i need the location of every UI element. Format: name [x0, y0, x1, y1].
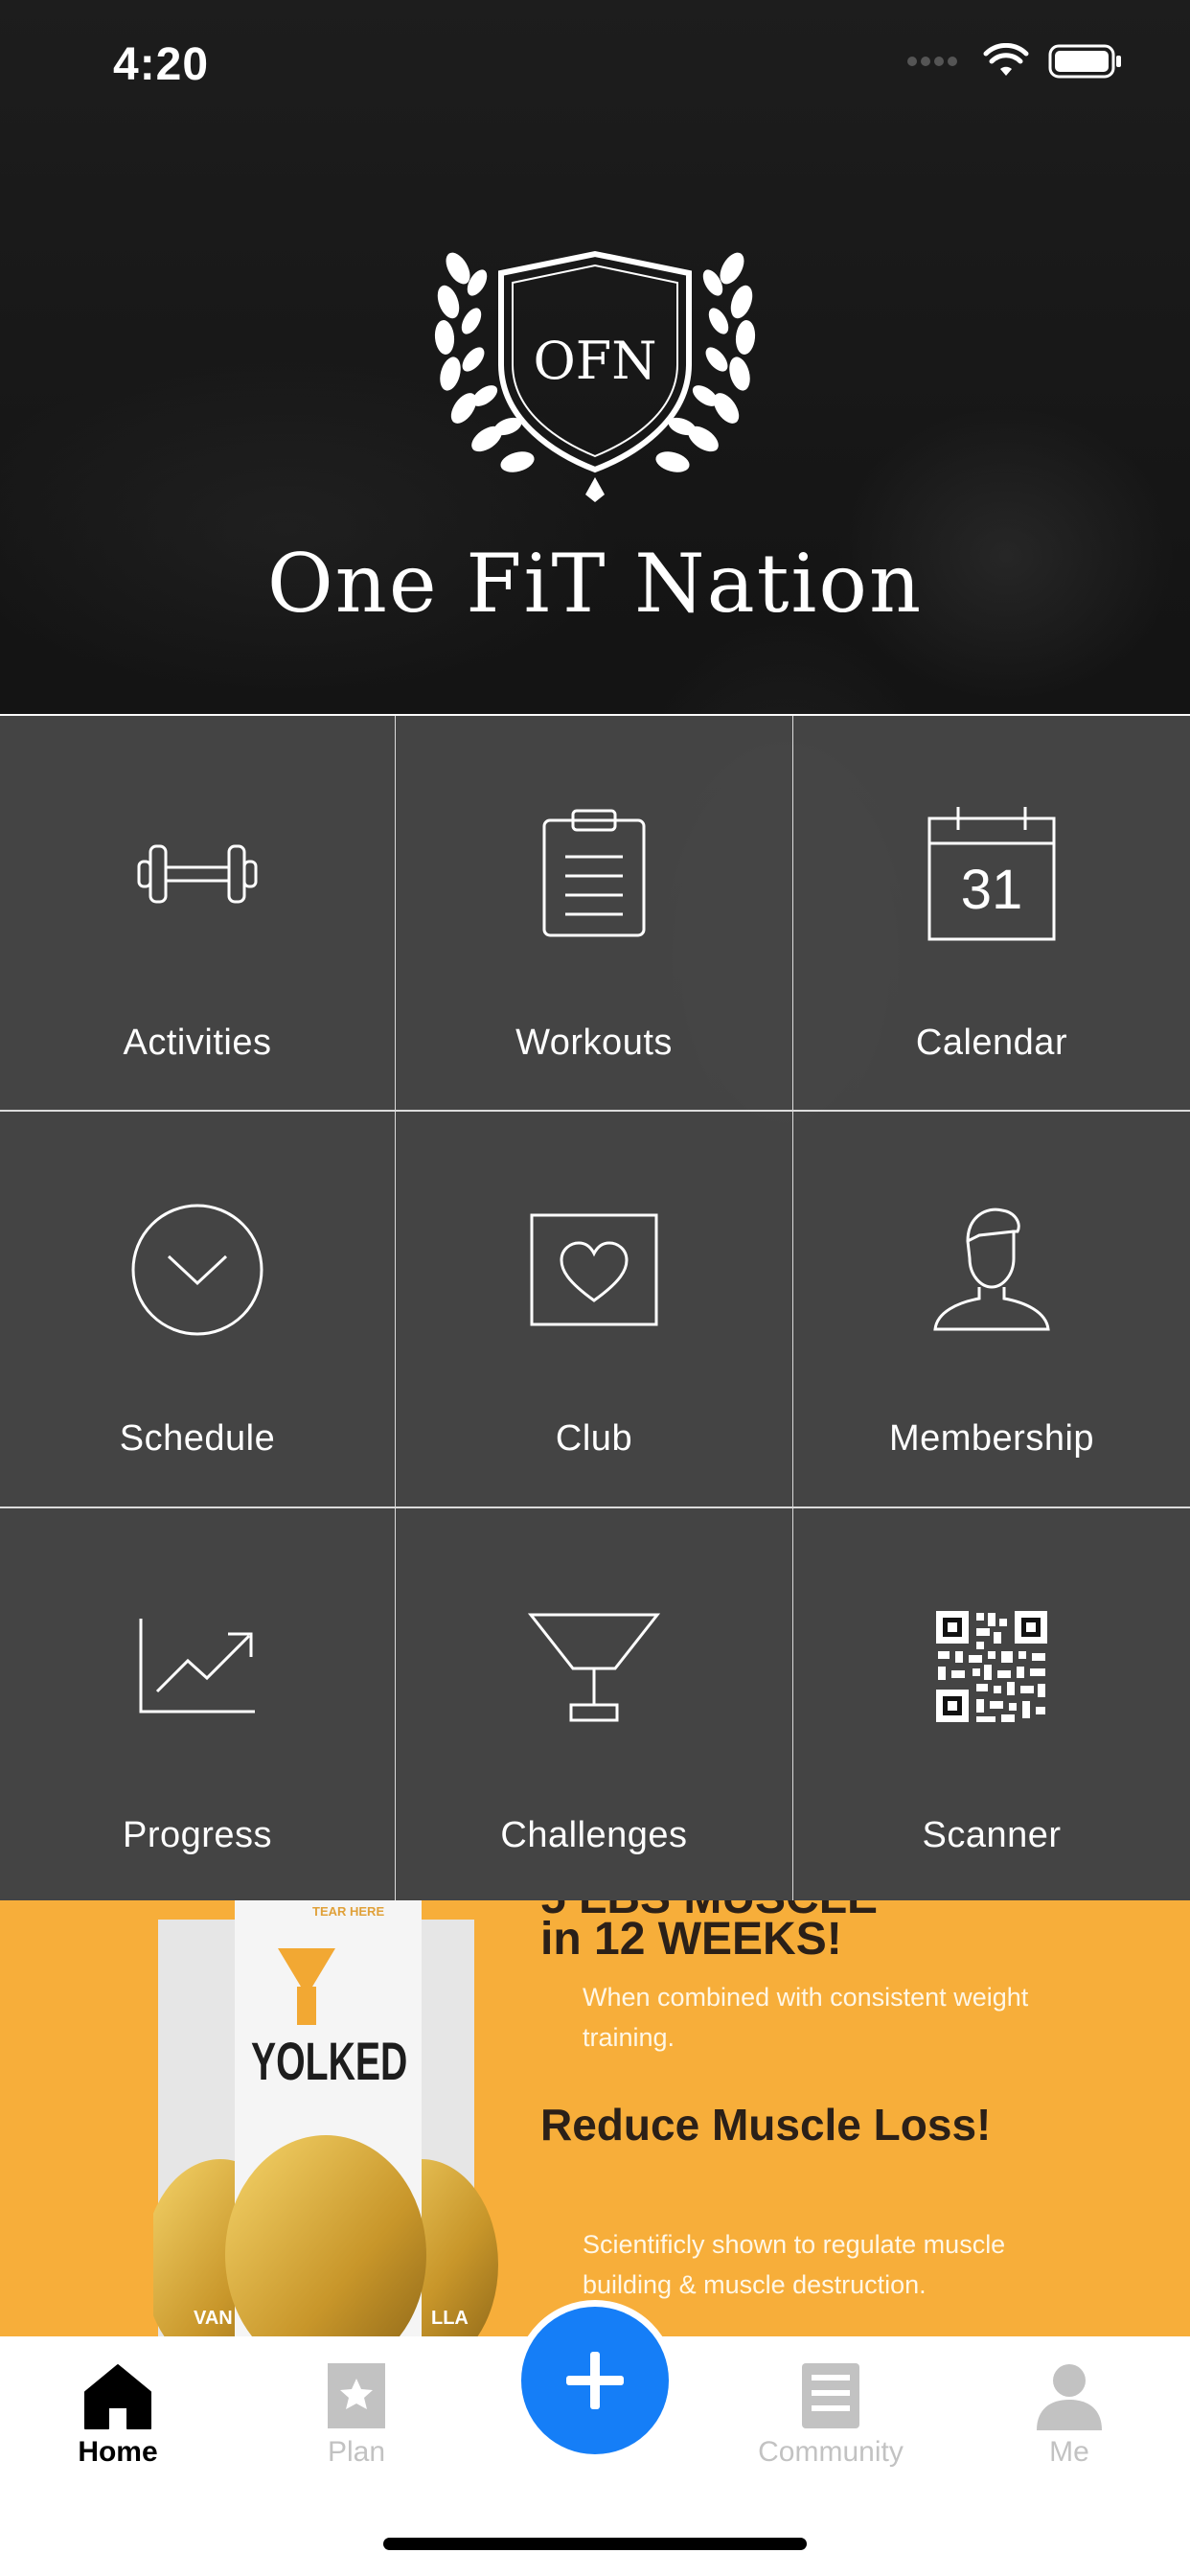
document-icon	[802, 2363, 859, 2428]
heart-frame-icon	[530, 1213, 658, 1326]
pack-flavor-right: LLA	[431, 2308, 469, 2329]
dumbbell-icon	[137, 844, 258, 904]
menu-tile-scanner[interactable]: Scanner	[793, 1508, 1190, 1903]
star-badge-icon	[328, 2363, 385, 2428]
home-icon	[84, 2364, 151, 2429]
signal-dots-icon	[907, 57, 957, 66]
status-icons	[906, 42, 1123, 80]
menu-label: Progress	[122, 1815, 273, 1855]
trend-chart-icon	[139, 1619, 255, 1714]
plus-icon	[566, 2352, 624, 2409]
tab-me[interactable]: Me	[973, 2336, 1165, 2480]
tab-label: Me	[1049, 2436, 1089, 2468]
menu-label: Activities	[123, 1023, 272, 1063]
tab-label: Community	[758, 2436, 904, 2468]
status-bar: 4:20	[0, 0, 1190, 125]
menu-label: Scanner	[922, 1815, 1062, 1855]
battery-icon	[1048, 44, 1121, 79]
menu-label: Club	[555, 1418, 633, 1459]
promo-banner[interactable]: TEAR HERE YOLKED VAN LLA 5 LBS MUSCLE in…	[0, 1900, 1190, 2336]
ad-subtext-1: When combined with consistent weight tra…	[583, 1983, 1029, 2052]
qr-code-icon	[936, 1611, 1047, 1722]
home-indicator	[383, 2538, 807, 2550]
menu-tile-workouts[interactable]: Workouts	[396, 716, 792, 1110]
tab-label: Plan	[327, 2436, 386, 2468]
tab-community[interactable]: Community	[735, 2336, 927, 2480]
trophy-icon	[527, 1613, 661, 1722]
menu-tile-club[interactable]: Club	[396, 1112, 792, 1506]
menu-tile-challenges[interactable]: Challenges	[396, 1508, 792, 1903]
chevron-circle-icon	[131, 1204, 263, 1336]
menu-grid: Activities Workouts 31 Calendar Schedule…	[0, 714, 1190, 1903]
menu-tile-activities[interactable]: Activities	[0, 716, 395, 1110]
pack-brand: YOLKED	[251, 2031, 408, 2091]
person-icon	[1037, 2364, 1102, 2430]
pack-top-text: TEAR HERE	[312, 1904, 385, 1919]
menu-label: Calendar	[915, 1023, 1068, 1063]
wifi-icon	[983, 43, 1029, 76]
home-screen: 4:20 OFN One FiT Nation Activities Worko…	[0, 0, 1190, 2576]
emblem-text: OFN	[533, 331, 657, 391]
clipboard-icon	[542, 809, 646, 937]
menu-tile-membership[interactable]: Membership	[793, 1112, 1190, 1506]
menu-label: Challenges	[500, 1815, 688, 1855]
menu-tile-calendar[interactable]: 31 Calendar	[793, 716, 1190, 1110]
ad-headline-2: Reduce Muscle Loss!	[540, 2100, 992, 2150]
calendar-day: 31	[960, 859, 1023, 921]
tab-label: Home	[78, 2436, 158, 2468]
brand-name: One FiT Nation	[266, 537, 924, 631]
menu-label: Schedule	[119, 1418, 276, 1459]
pack-flavor-left: VAN	[194, 2308, 233, 2329]
status-time: 4:20	[113, 39, 210, 90]
menu-label: Workouts	[515, 1023, 673, 1063]
add-button[interactable]	[515, 2300, 675, 2461]
person-icon	[933, 1208, 1050, 1331]
menu-label: Membership	[888, 1418, 1095, 1459]
ad-subtext-2: Scientificly shown to regulate muscle bu…	[583, 2230, 1006, 2299]
product-packs-image	[153, 1900, 498, 2336]
tab-home[interactable]: Home	[22, 2336, 214, 2480]
tab-plan[interactable]: Plan	[261, 2336, 452, 2480]
menu-tile-schedule[interactable]: Schedule	[0, 1112, 395, 1506]
menu-tile-progress[interactable]: Progress	[0, 1508, 395, 1903]
ad-headline: in 12 WEEKS!	[540, 1914, 842, 1965]
